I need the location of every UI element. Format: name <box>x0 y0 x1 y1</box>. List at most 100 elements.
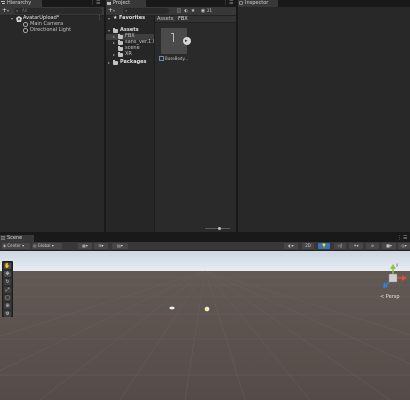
project-tabbar: Project ⋮ ☰ <box>106 0 236 7</box>
render-mode-button[interactable]: ▤▾ <box>112 243 128 249</box>
hierarchy-tab-more-icon[interactable]: ☰ <box>96 1 100 6</box>
tab-project[interactable]: Project <box>106 0 146 7</box>
search-icon: ⌕ <box>125 8 128 13</box>
move-tool-icon[interactable]: ✥ <box>4 271 11 277</box>
info-icon <box>238 0 244 6</box>
axis-y-label: y <box>396 262 399 267</box>
project-content-panel: Assets › FBX ▸ BaseBody... <box>155 16 236 232</box>
slider-handle[interactable] <box>218 227 221 230</box>
scene-tab-menu-icon[interactable]: ⋮ <box>397 236 402 241</box>
rotate-tool-icon[interactable]: ↻ <box>4 279 11 285</box>
orientation-gizmo[interactable]: y x z <box>378 262 408 293</box>
scene-tab-more-icon[interactable]: ☰ <box>403 236 407 241</box>
hierarchy-search-placeholder: All <box>22 8 27 13</box>
hand-tool-icon[interactable]: ✋ <box>4 263 11 269</box>
breadcrumb-separator-icon: › <box>173 17 175 22</box>
folder-icon <box>113 28 118 33</box>
gizmos-dropdown[interactable]: ◎▾ <box>398 243 410 249</box>
hierarchy-icon <box>1 1 5 5</box>
camera-settings-dropdown[interactable]: ■▾ <box>382 243 396 249</box>
camera-gizmo-icon[interactable] <box>169 306 175 312</box>
scene-options-icon[interactable]: ⋮ <box>97 16 102 21</box>
folder-icon <box>113 60 118 65</box>
audio-toggle[interactable]: ◁) <box>334 243 346 249</box>
unity-scene-icon <box>16 16 22 24</box>
inspector-tabbar: Inspector <box>238 0 410 7</box>
favorites-label[interactable]: Favorites <box>119 16 145 21</box>
inspector-panel <box>238 7 410 232</box>
breadcrumb-fbx[interactable]: FBX <box>178 16 188 23</box>
persp-label[interactable]: < Persp <box>380 295 400 300</box>
hierarchy-search-field[interactable]: ⌕ All <box>14 8 102 14</box>
project-tab-label: Project <box>113 0 131 6</box>
scene-toolbar: ◈ Center ▾ ◎ Global ▾ ▦▾ ⊞▾ ▤▾ ◐▾ 2D 💡 ◁… <box>0 242 410 251</box>
scene-grid-icon <box>0 235 6 241</box>
folder-icon <box>118 34 123 39</box>
space-mode-label: Global <box>37 243 51 248</box>
thumbnail-size-slider[interactable] <box>205 227 230 230</box>
inspector-tab-label: Inspector <box>245 0 269 6</box>
transform-tool-icon[interactable]: ⊕ <box>4 303 11 309</box>
chevron-down-icon[interactable]: ▾ <box>113 7 115 15</box>
favorite-star-icon[interactable]: ★ <box>190 8 196 14</box>
search-icon: ⌕ <box>16 8 19 13</box>
gameobject-icon <box>23 28 28 35</box>
breadcrumb-assets[interactable]: Assets <box>157 16 173 23</box>
search-by-label-icon[interactable]: ⬖ <box>183 8 189 14</box>
play-arrow-icon: ▸ <box>185 38 188 44</box>
grid-snap-button[interactable]: ▦▾ <box>78 243 92 249</box>
rect-tool-icon[interactable]: ▢ <box>4 295 11 301</box>
asset-expand-button[interactable]: ▸ <box>183 37 191 45</box>
foldout-arrow-icon[interactable]: ▸ <box>113 34 117 39</box>
light-gizmo-icon[interactable] <box>204 306 210 314</box>
hierarchy-tab-menu-icon[interactable]: ⋮ <box>90 1 95 6</box>
foldout-arrow-icon[interactable]: ▸ <box>113 40 117 45</box>
globe-icon: ◎ <box>33 243 37 248</box>
packages-folder[interactable]: Packages <box>120 60 147 65</box>
foldout-arrow-icon[interactable]: ▾ <box>11 16 15 21</box>
scene-viewport[interactable]: ✋ ✥ ↻ ⤢ ▢ ⊕ ⚙ y x z < Persp <box>0 251 410 400</box>
search-by-type-icon[interactable]: ◫ <box>176 8 182 14</box>
folder-icon <box>107 1 111 5</box>
folder-icon <box>118 52 123 57</box>
chevron-down-icon: ▾ <box>51 243 54 248</box>
scene-background <box>0 251 410 400</box>
foldout-arrow-icon[interactable]: ▾ <box>108 28 112 33</box>
custom-tool-icon[interactable]: ⚙ <box>4 311 11 317</box>
snap-increment-button[interactable]: ⊞▾ <box>94 243 108 249</box>
hierarchy-tab-label: Hierarchy <box>7 0 32 6</box>
shading-mode-button[interactable]: ◐▾ <box>284 243 298 249</box>
hierarchy-tabbar: Hierarchy ⋮ ☰ <box>0 0 104 7</box>
chevron-down-icon[interactable]: ▾ <box>7 7 9 15</box>
tab-scene[interactable]: Scene <box>0 235 34 242</box>
hidden-objects-toggle[interactable]: ⊘ <box>366 243 379 249</box>
star-icon: ★ <box>113 15 118 21</box>
hierarchy-panel: ▾ AvatarUpload* ⋮ Main Camera Directiona… <box>0 16 104 232</box>
project-tab-more-icon[interactable]: ☰ <box>229 1 233 6</box>
project-tree-panel: ▾ ★ Favorites ▾ Assets ▸ FBX ▸ sans_ver.… <box>106 15 156 232</box>
folder-icon <box>118 40 123 45</box>
scale-tool-icon[interactable]: ⤢ <box>4 287 11 293</box>
foldout-arrow-icon[interactable]: ▸ <box>113 52 117 57</box>
chevron-down-icon: ▾ <box>22 243 25 248</box>
foldout-arrow-icon[interactable]: ▾ <box>108 16 112 21</box>
hierarchy-item-directional-light[interactable]: Directional Light <box>30 28 71 33</box>
scene-tab-label: Scene <box>7 235 23 241</box>
visibility-icon[interactable]: ◉ <box>200 8 206 14</box>
project-search-field[interactable]: ⌕ <box>123 8 169 14</box>
pivot-icon: ◈ <box>3 243 7 248</box>
foldout-arrow-icon[interactable]: ▸ <box>108 60 112 65</box>
pivot-mode-dropdown[interactable]: ◈ Center ▾ <box>2 243 30 249</box>
2d-mode-toggle[interactable]: 2D <box>302 243 314 249</box>
effects-dropdown[interactable]: ✦▾ <box>349 243 363 249</box>
tab-hierarchy[interactable]: Hierarchy <box>0 0 42 7</box>
project-tab-menu-icon[interactable]: ⋮ <box>223 1 228 6</box>
space-mode-dropdown[interactable]: ◎ Global ▾ <box>32 243 62 249</box>
axis-x-label: x <box>404 280 407 285</box>
tools-overlay: ✋ ✥ ↻ ⤢ ▢ ⊕ ⚙ <box>2 261 13 317</box>
lighting-toggle[interactable]: 💡 <box>318 243 330 249</box>
tab-inspector[interactable]: Inspector <box>238 0 278 7</box>
breadcrumb: Assets › FBX <box>155 16 236 23</box>
tree-folder-xr[interactable]: XR <box>125 52 132 57</box>
axis-z-label: z <box>380 285 383 290</box>
